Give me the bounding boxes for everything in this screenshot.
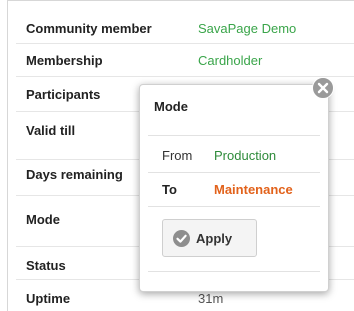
- from-label: From: [162, 148, 193, 163]
- to-label: To: [162, 182, 177, 197]
- check-icon: [173, 230, 190, 247]
- apply-label: Apply: [196, 231, 233, 246]
- from-value: Production: [214, 148, 277, 163]
- mode-popup: Mode From Production To Maintenance Appl…: [139, 84, 329, 292]
- apply-button[interactable]: Apply: [162, 219, 257, 257]
- membership-value[interactable]: Cardholder: [198, 53, 262, 68]
- screen: Community member SavaPage Demo Membershi…: [0, 0, 354, 311]
- info-row-community-member: Community member SavaPage Demo: [16, 1, 354, 44]
- info-label: Days remaining: [26, 167, 123, 182]
- divider: [148, 206, 320, 207]
- info-label: Participants: [26, 87, 101, 102]
- info-row-membership: Membership Cardholder: [16, 44, 354, 77]
- info-label: Uptime: [26, 291, 71, 306]
- divider: [148, 135, 320, 136]
- popup-title: Mode: [154, 99, 188, 114]
- info-label: Mode: [26, 212, 60, 227]
- close-icon[interactable]: [312, 77, 334, 99]
- community-member-value[interactable]: SavaPage Demo: [198, 21, 296, 36]
- divider: [148, 172, 320, 173]
- to-value: Maintenance: [214, 182, 293, 197]
- divider: [148, 271, 320, 272]
- uptime-value: 31m: [198, 291, 224, 306]
- info-label: Valid till: [26, 123, 76, 138]
- info-label: Community member: [26, 21, 152, 36]
- info-label: Status: [26, 258, 66, 273]
- info-label: Membership: [26, 53, 103, 68]
